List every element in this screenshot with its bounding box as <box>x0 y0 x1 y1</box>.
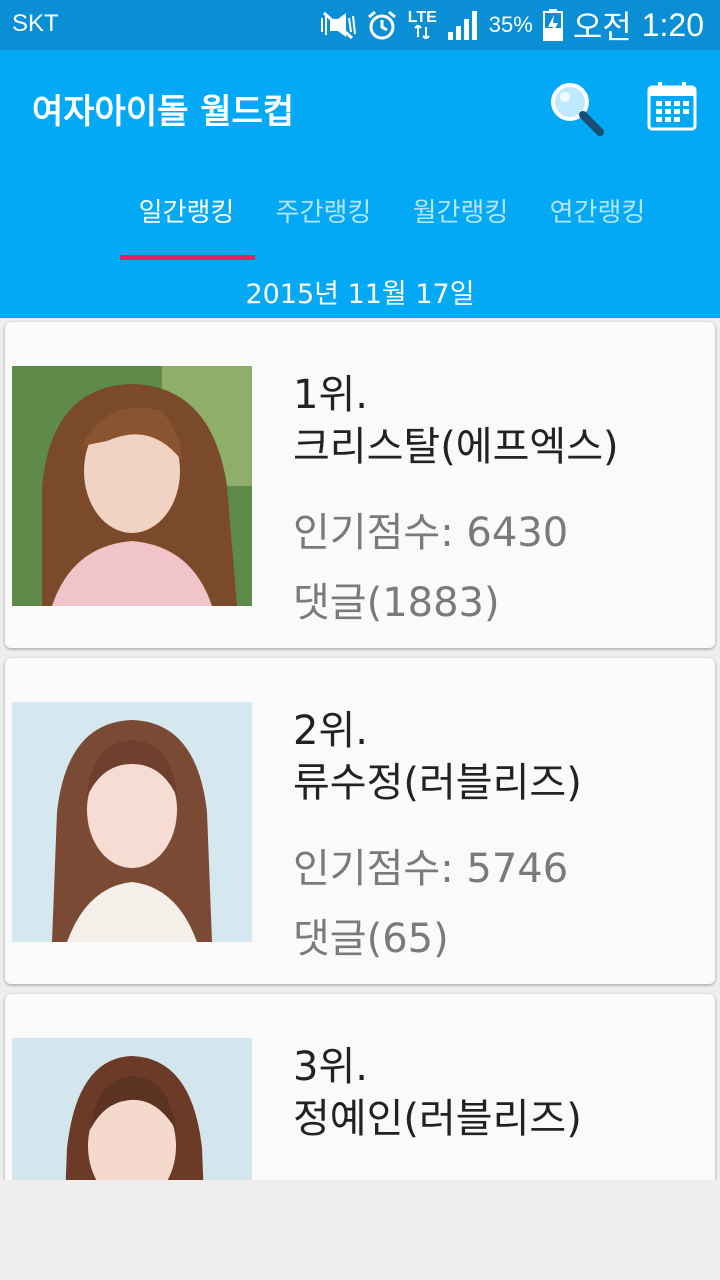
alarm-icon <box>366 9 398 41</box>
rank-label: 3위. <box>293 1044 368 1090</box>
ranking-card-2[interactable]: 2위. 류수정(러블리즈) 인기점수: 5746 댓글(65) <box>5 658 715 984</box>
app-bar: 여자아이돌 월드컵 일간랭킹 주간랭킹 월간랭킹 연간랭킹 2015년 11월 … <box>0 50 720 318</box>
idol-photo <box>12 702 252 942</box>
ranking-list[interactable]: 1위. 크리스탈(에프엑스) 인기점수: 6430 댓글(1883) 2위. 류… <box>0 318 720 1180</box>
ranking-card-3[interactable]: 3위. 정예인(러블리즈) <box>5 994 715 1180</box>
battery-percent: 35% <box>488 12 533 37</box>
bottom-empty-area <box>0 1180 720 1280</box>
calendar-icon <box>647 82 697 131</box>
popularity-score: 인기점수: 6430 <box>293 510 569 556</box>
comment-count: 댓글(65) <box>293 916 449 962</box>
tab-bar: 일간랭킹 주간랭킹 월간랭킹 연간랭킹 <box>118 178 666 260</box>
mute-icon <box>318 10 356 40</box>
idol-photo <box>12 1038 252 1180</box>
carrier-label: SKT <box>12 10 59 37</box>
search-button[interactable] <box>548 80 604 136</box>
rank-label: 2위. <box>293 708 368 754</box>
tab-weekly[interactable]: 주간랭킹 <box>255 178 392 260</box>
ranking-card-1[interactable]: 1위. 크리스탈(에프엑스) 인기점수: 6430 댓글(1883) <box>5 322 715 648</box>
lte-icon: LTE <box>407 9 437 39</box>
comment-count: 댓글(1883) <box>293 580 500 626</box>
idol-name: 크리스탈(에프엑스) <box>293 424 619 470</box>
tab-daily[interactable]: 일간랭킹 <box>118 178 255 260</box>
date-label: 2015년 11월 17일 <box>245 279 475 310</box>
calendar-button[interactable] <box>646 80 698 132</box>
idol-name: 정예인(러블리즈) <box>293 1096 582 1142</box>
idol-photo <box>12 366 252 606</box>
battery-icon <box>542 9 563 41</box>
tab-monthly[interactable]: 월간랭킹 <box>392 178 529 260</box>
app-title: 여자아이돌 월드컵 <box>32 92 295 132</box>
idol-name: 류수정(러블리즈) <box>293 760 582 806</box>
signal-icon <box>447 10 479 40</box>
rank-label: 1위. <box>293 372 368 418</box>
popularity-score: 인기점수: 5746 <box>293 846 569 892</box>
network-type: LTE <box>407 9 437 26</box>
status-icons: LTE 35% 오전 1:20 <box>318 6 704 45</box>
status-time: 1:20 <box>641 6 704 43</box>
status-bar: SKT LTE 35% 오전 1:20 <box>0 0 720 50</box>
status-ampm: 오전 <box>572 9 632 45</box>
search-icon <box>551 83 604 136</box>
tab-yearly[interactable]: 연간랭킹 <box>529 178 666 260</box>
